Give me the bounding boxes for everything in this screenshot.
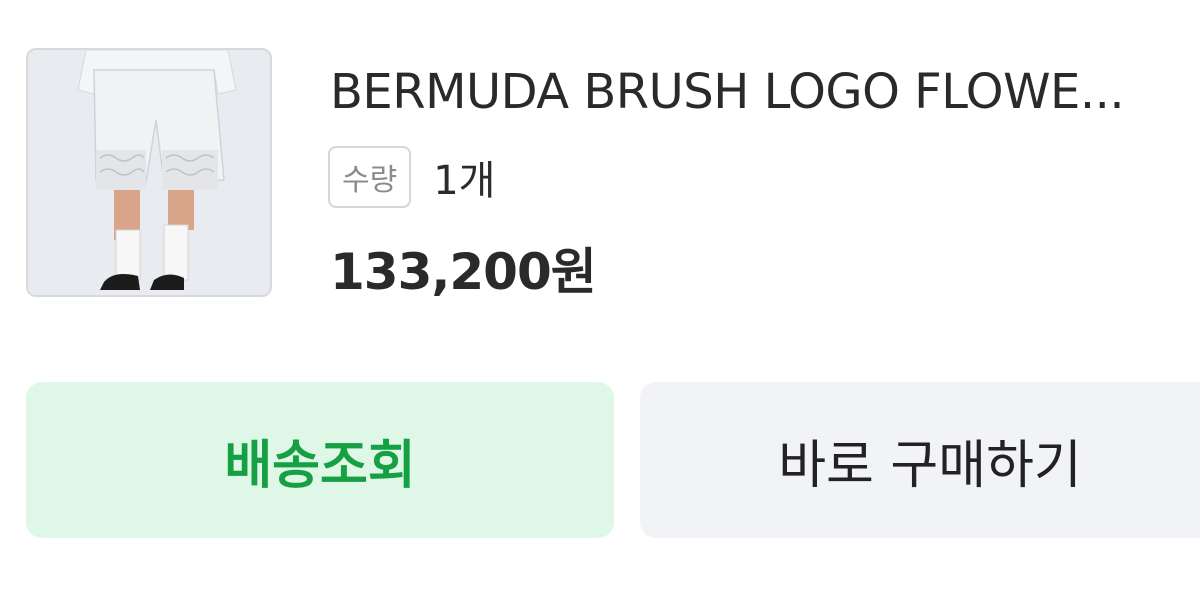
track-delivery-button[interactable]: 배송조회 <box>26 382 614 538</box>
product-title[interactable]: BERMUDA BRUSH LOGO FLOWE... <box>330 62 1190 122</box>
product-price: 133,200원 <box>330 243 597 301</box>
quantity-row: 수량 1개 <box>328 146 495 208</box>
quantity-value: 1개 <box>433 158 496 204</box>
product-thumbnail[interactable] <box>26 48 272 297</box>
order-item-card: BERMUDA BRUSH LOGO FLOWE... 수량 1개 133,20… <box>0 0 1200 610</box>
product-photo <box>28 50 270 295</box>
buy-now-button[interactable]: 바로 구매하기 <box>640 382 1200 538</box>
quantity-label-badge: 수량 <box>328 146 412 208</box>
